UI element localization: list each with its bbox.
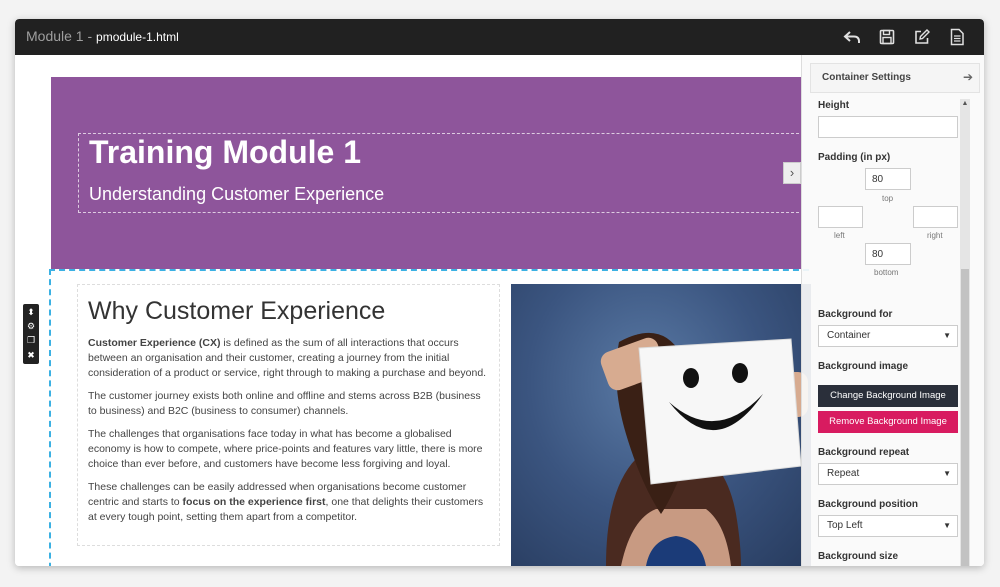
background-for-select[interactable]: Container ▼: [818, 325, 958, 347]
background-for-label: Background for: [818, 309, 893, 320]
photo-illustration: [600, 332, 808, 566]
hero-title[interactable]: Training Module 1: [89, 134, 361, 171]
background-position-value: Top Left: [827, 520, 863, 531]
paragraph-3[interactable]: The challenges that organisations face t…: [88, 427, 489, 472]
document-icon[interactable]: [948, 28, 966, 46]
hero-text-box[interactable]: Training Module 1 Understanding Customer…: [78, 133, 804, 213]
duplicate-icon[interactable]: ❐: [23, 333, 39, 347]
smiley-photo[interactable]: [511, 284, 811, 566]
save-icon[interactable]: [878, 28, 896, 46]
paragraph-4[interactable]: These challenges can be easily addressed…: [88, 480, 489, 525]
padding-label: Padding (in px): [818, 152, 891, 163]
background-repeat-select[interactable]: Repeat ▼: [818, 463, 958, 485]
remove-background-image-button[interactable]: Remove Background Image: [818, 411, 958, 433]
caret-down-icon: ▼: [943, 521, 951, 530]
top-caption: top: [882, 194, 894, 203]
container-settings-panel: Container Settings ➔ ▲ Height Padding (i…: [801, 55, 984, 566]
editor-canvas: Training Module 1 Understanding Customer…: [15, 55, 984, 566]
panel-title: Container Settings: [822, 72, 911, 83]
editor-window: Module 1 - pmodule-1.html Training Modul…: [15, 19, 984, 566]
container-toolbar: ⬍ ⚙ ❐ ✖: [23, 304, 39, 364]
undo-icon[interactable]: [843, 28, 861, 46]
change-background-image-button[interactable]: Change Background Image: [818, 385, 958, 407]
delete-icon[interactable]: ✖: [23, 348, 39, 362]
title-bar: Module 1 - pmodule-1.html: [15, 19, 984, 55]
padding-top-input[interactable]: [865, 168, 911, 190]
padding-left-input[interactable]: [818, 206, 863, 228]
hero-banner[interactable]: Training Module 1 Understanding Customer…: [51, 77, 804, 269]
background-repeat-label: Background repeat: [818, 447, 910, 458]
panel-scrollbar[interactable]: ▲: [960, 99, 970, 566]
height-label: Height: [818, 100, 850, 111]
height-input[interactable]: [818, 116, 958, 138]
background-position-select[interactable]: Top Left ▼: [818, 515, 958, 537]
paragraph-2[interactable]: The customer journey exists both online …: [88, 389, 489, 419]
module-name: Module 1: [26, 28, 84, 44]
bottom-caption: bottom: [874, 268, 899, 277]
scroll-up-icon[interactable]: ▲: [960, 99, 970, 109]
title-separator: -: [83, 28, 97, 44]
panel-header: Container Settings ➔: [810, 63, 980, 93]
window-title: Module 1 - pmodule-1.html: [26, 28, 179, 44]
paragraph-4-bold: focus on the experience first: [182, 496, 326, 508]
paragraph-1[interactable]: Customer Experience (CX) is defined as t…: [88, 336, 489, 381]
caret-down-icon: ▼: [943, 469, 951, 478]
text-column[interactable]: Why Customer Experience Customer Experie…: [77, 284, 500, 546]
background-position-label: Background position: [818, 499, 918, 510]
background-size-label: Background size: [818, 551, 899, 562]
cx-term: Customer Experience (CX): [88, 337, 221, 349]
left-caption: left: [834, 231, 845, 240]
panel-toggle-button[interactable]: ›: [783, 162, 801, 184]
edit-icon[interactable]: [913, 28, 931, 46]
background-image-label: Background image: [818, 361, 909, 372]
right-caption: right: [927, 231, 943, 240]
padding-bottom-input[interactable]: [865, 243, 911, 265]
settings-icon[interactable]: ⚙: [23, 319, 39, 333]
file-name: pmodule-1.html: [96, 30, 179, 44]
background-for-value: Container: [827, 330, 871, 341]
scrollbar-thumb[interactable]: [961, 269, 969, 566]
move-icon[interactable]: ⬍: [23, 305, 39, 319]
chevron-right-icon: ›: [789, 165, 795, 180]
arrow-right-icon[interactable]: ➔: [963, 70, 973, 84]
background-repeat-value: Repeat: [827, 468, 860, 479]
section-title[interactable]: Why Customer Experience: [88, 297, 489, 326]
caret-down-icon: ▼: [943, 331, 951, 340]
padding-right-input[interactable]: [913, 206, 958, 228]
hero-subtitle[interactable]: Understanding Customer Experience: [89, 184, 384, 205]
